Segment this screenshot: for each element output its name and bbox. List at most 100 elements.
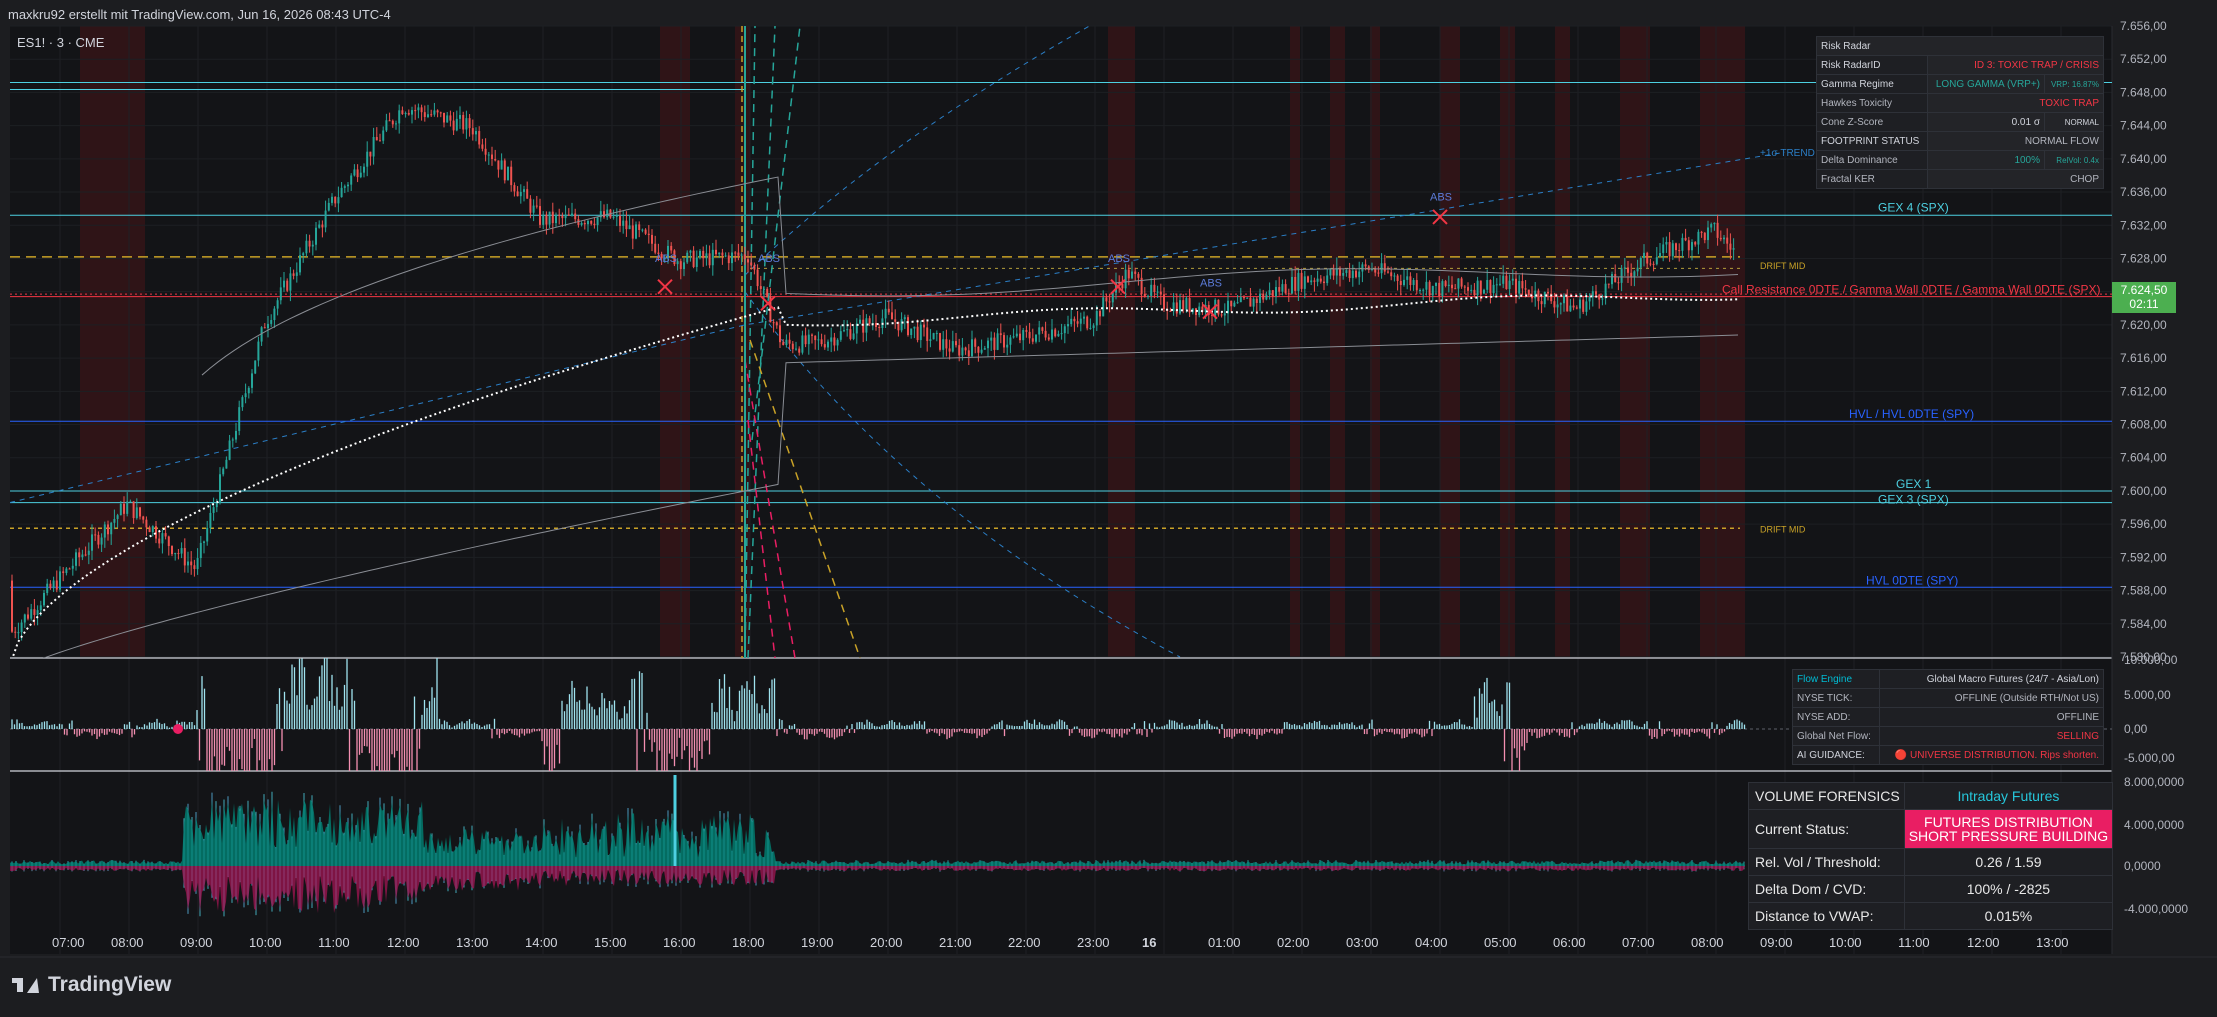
flow-axis-label: 10.000,00 — [2124, 653, 2178, 667]
symbol-label[interactable]: ES1! · 3 · CME — [17, 35, 104, 50]
bar-countdown: 02:11 — [2129, 297, 2159, 311]
candle-body — [401, 110, 404, 115]
candle-body — [94, 534, 97, 536]
candle-body — [1387, 271, 1389, 273]
time-axis-label: 09:00 — [180, 935, 213, 950]
candle-body — [1236, 302, 1239, 304]
candle-body — [1492, 284, 1495, 294]
candle-body — [635, 224, 637, 239]
candle-body — [430, 114, 433, 116]
time-axis-label: 16 — [1142, 935, 1156, 950]
candle-body — [468, 118, 471, 129]
candle-body — [1041, 327, 1044, 331]
candle-body — [1188, 298, 1191, 313]
candle-body — [1527, 289, 1530, 296]
price-axis-label: 7.648,00 — [2120, 85, 2167, 99]
candle-body — [801, 335, 804, 353]
candle-body — [1019, 333, 1021, 341]
volume-forensics-panel: VOLUME FORENSICS Intraday Futures Curren… — [1748, 782, 2114, 930]
volume-forensics-row: Delta Dom / CVD: 100% / -2825 — [1748, 875, 2114, 903]
candle-body — [929, 339, 932, 341]
candle-body — [1649, 263, 1652, 265]
candle-body — [1012, 336, 1015, 338]
candle-body — [1563, 295, 1565, 304]
candle-body — [494, 158, 497, 161]
candle-body — [1419, 289, 1421, 291]
risk-shading-band — [1330, 26, 1345, 658]
candle-body — [1540, 301, 1543, 305]
candle-body — [270, 320, 273, 324]
candle-body — [1582, 299, 1585, 312]
candle-body — [225, 459, 228, 469]
candle-body — [1271, 290, 1274, 297]
candle-body — [1598, 294, 1601, 300]
flow-engine-key: AI GUIDANCE: — [1791, 745, 1881, 765]
time-axis-label: 15:00 — [594, 935, 627, 950]
candle-body — [1035, 334, 1037, 342]
time-axis-label: 10:00 — [1829, 935, 1862, 950]
candle-body — [798, 348, 801, 353]
volume-forensics-key: Distance to VWAP: — [1748, 902, 1905, 930]
price-axis-label: 7.596,00 — [2120, 517, 2167, 531]
flow-engine-key: NYSE ADD: — [1791, 707, 1881, 727]
candle-body — [97, 534, 100, 545]
candle-body — [1409, 276, 1412, 286]
flow-engine-panel: Flow Engine Global Macro Futures (24/7 - … — [1791, 669, 2104, 765]
candle-body — [1060, 333, 1063, 335]
time-axis-label: 09:00 — [1760, 935, 1793, 950]
price-axis-label: 7.620,00 — [2120, 318, 2167, 332]
candle-body — [830, 337, 833, 342]
candle-body — [1163, 294, 1165, 310]
candle-body — [1425, 281, 1428, 290]
candle-body — [513, 185, 516, 192]
risk-shading-band — [1555, 26, 1570, 658]
tradingview-brand[interactable]: TradingView — [12, 973, 171, 997]
candle-body — [1665, 242, 1668, 245]
time-axis-label: 21:00 — [939, 935, 972, 950]
candle-body — [564, 214, 567, 219]
candle-body — [836, 339, 839, 346]
price-axis-label: 7.584,00 — [2120, 617, 2167, 631]
candle-body — [222, 468, 225, 475]
volume-axis-label: 4.000,0000 — [2124, 818, 2184, 832]
candle-body — [1483, 289, 1485, 294]
volume-forensics-title: VOLUME FORENSICS — [1748, 782, 1905, 810]
candle-body — [276, 300, 279, 309]
candle-body — [1345, 270, 1348, 273]
risk-radar-panel: Risk Radar Risk RadarID ID 3: TOXIC TRAP … — [1816, 36, 2105, 189]
risk-radar-row: Cone Z-Score 0.01 σ NORMAL — [1816, 112, 2104, 132]
candle-body — [919, 324, 922, 341]
candle-body — [404, 113, 407, 115]
candle-body — [123, 503, 125, 514]
candle-body — [327, 202, 330, 211]
candle-body — [1662, 244, 1665, 254]
candle-body — [923, 324, 925, 328]
candle-body — [702, 250, 705, 259]
candle-body — [545, 214, 548, 225]
candle-body — [558, 214, 561, 216]
risk-radar-key: Delta Dominance — [1816, 150, 1928, 170]
candle-body — [420, 107, 423, 113]
candle-body — [846, 329, 849, 331]
candle-body — [1723, 237, 1725, 240]
candle-body — [686, 252, 689, 263]
candle-body — [110, 522, 113, 535]
candle-body — [1185, 298, 1188, 310]
candle-body — [75, 552, 77, 566]
candle-body — [23, 614, 26, 623]
candle-body — [1431, 286, 1434, 296]
candle-body — [526, 189, 529, 199]
candle-body — [203, 541, 205, 543]
candle-body — [1732, 248, 1735, 250]
candle-body — [615, 215, 618, 217]
candle-body — [1079, 318, 1082, 324]
candle-body — [683, 262, 685, 270]
candle-body — [1294, 276, 1297, 291]
candle-body — [462, 115, 465, 130]
candle-body — [1569, 305, 1572, 312]
candle-body — [670, 245, 673, 251]
candle-body — [126, 501, 129, 514]
candle-body — [759, 286, 762, 289]
risk-radar-value: LONG GAMMA (VRP+) — [1926, 74, 2046, 94]
candle-body — [705, 253, 708, 259]
